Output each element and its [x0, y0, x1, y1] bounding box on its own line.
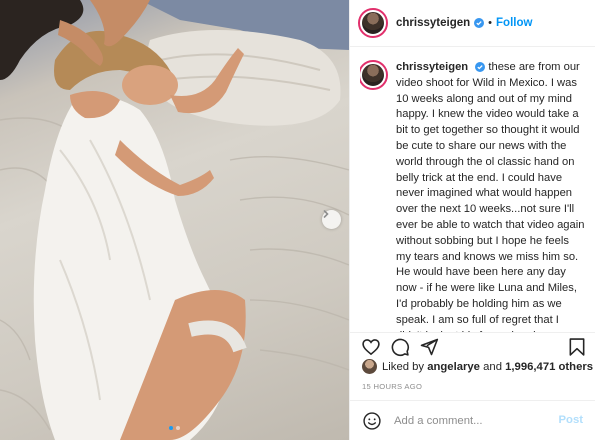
next-slide-button[interactable] [322, 210, 341, 229]
post-timestamp[interactable]: 15 HOURS AGO [362, 382, 422, 391]
post-comment-button[interactable]: Post [559, 414, 583, 426]
share-icon [420, 338, 439, 356]
comment-input[interactable] [394, 414, 554, 427]
avatar[interactable] [358, 8, 388, 38]
bookmark-icon [569, 338, 585, 356]
post-photo[interactable] [0, 0, 349, 440]
likes-prefix: Liked by [382, 360, 425, 373]
smiley-icon[interactable] [362, 411, 382, 431]
comment-button[interactable] [390, 337, 410, 357]
caption-text-block: chrissyteigen these are from our video s… [396, 60, 585, 332]
verified-badge-icon [475, 62, 486, 73]
verified-badge-icon [474, 18, 485, 28]
avatar[interactable] [362, 359, 377, 374]
likes-count-link[interactable]: 1,996,471 others [505, 361, 593, 373]
chevron-right-icon [323, 210, 329, 218]
likes-conjunction: and [483, 360, 502, 373]
caption-username[interactable]: chrissyteigen [396, 61, 468, 73]
photo-illustration [0, 0, 349, 440]
caption-body: these are from our video shoot for Wild … [396, 61, 585, 332]
carousel-dot [176, 426, 180, 430]
save-button[interactable] [567, 337, 587, 357]
share-button[interactable] [419, 337, 439, 357]
post-header: chrissyteigen • Follow [350, 0, 595, 47]
action-bar [350, 332, 595, 358]
comment-box: Post [350, 400, 595, 440]
likes-user-link[interactable]: angelarye [427, 361, 480, 373]
post-author-username[interactable]: chrissyteigen [396, 17, 470, 29]
carousel-indicator [0, 426, 349, 430]
post-side-panel: chrissyteigen • Follow chrissyteigen the… [349, 0, 595, 440]
follow-button[interactable]: Follow [496, 17, 532, 29]
avatar[interactable] [360, 60, 388, 90]
likes-summary: Liked by angelarye and 1,996,471 others [362, 359, 593, 374]
carousel-dot [169, 426, 173, 430]
separator-dot: • [488, 17, 493, 29]
like-button[interactable] [361, 337, 381, 357]
comment-icon [391, 338, 410, 357]
heart-icon [362, 339, 380, 356]
caption: chrissyteigen these are from our video s… [360, 60, 585, 332]
